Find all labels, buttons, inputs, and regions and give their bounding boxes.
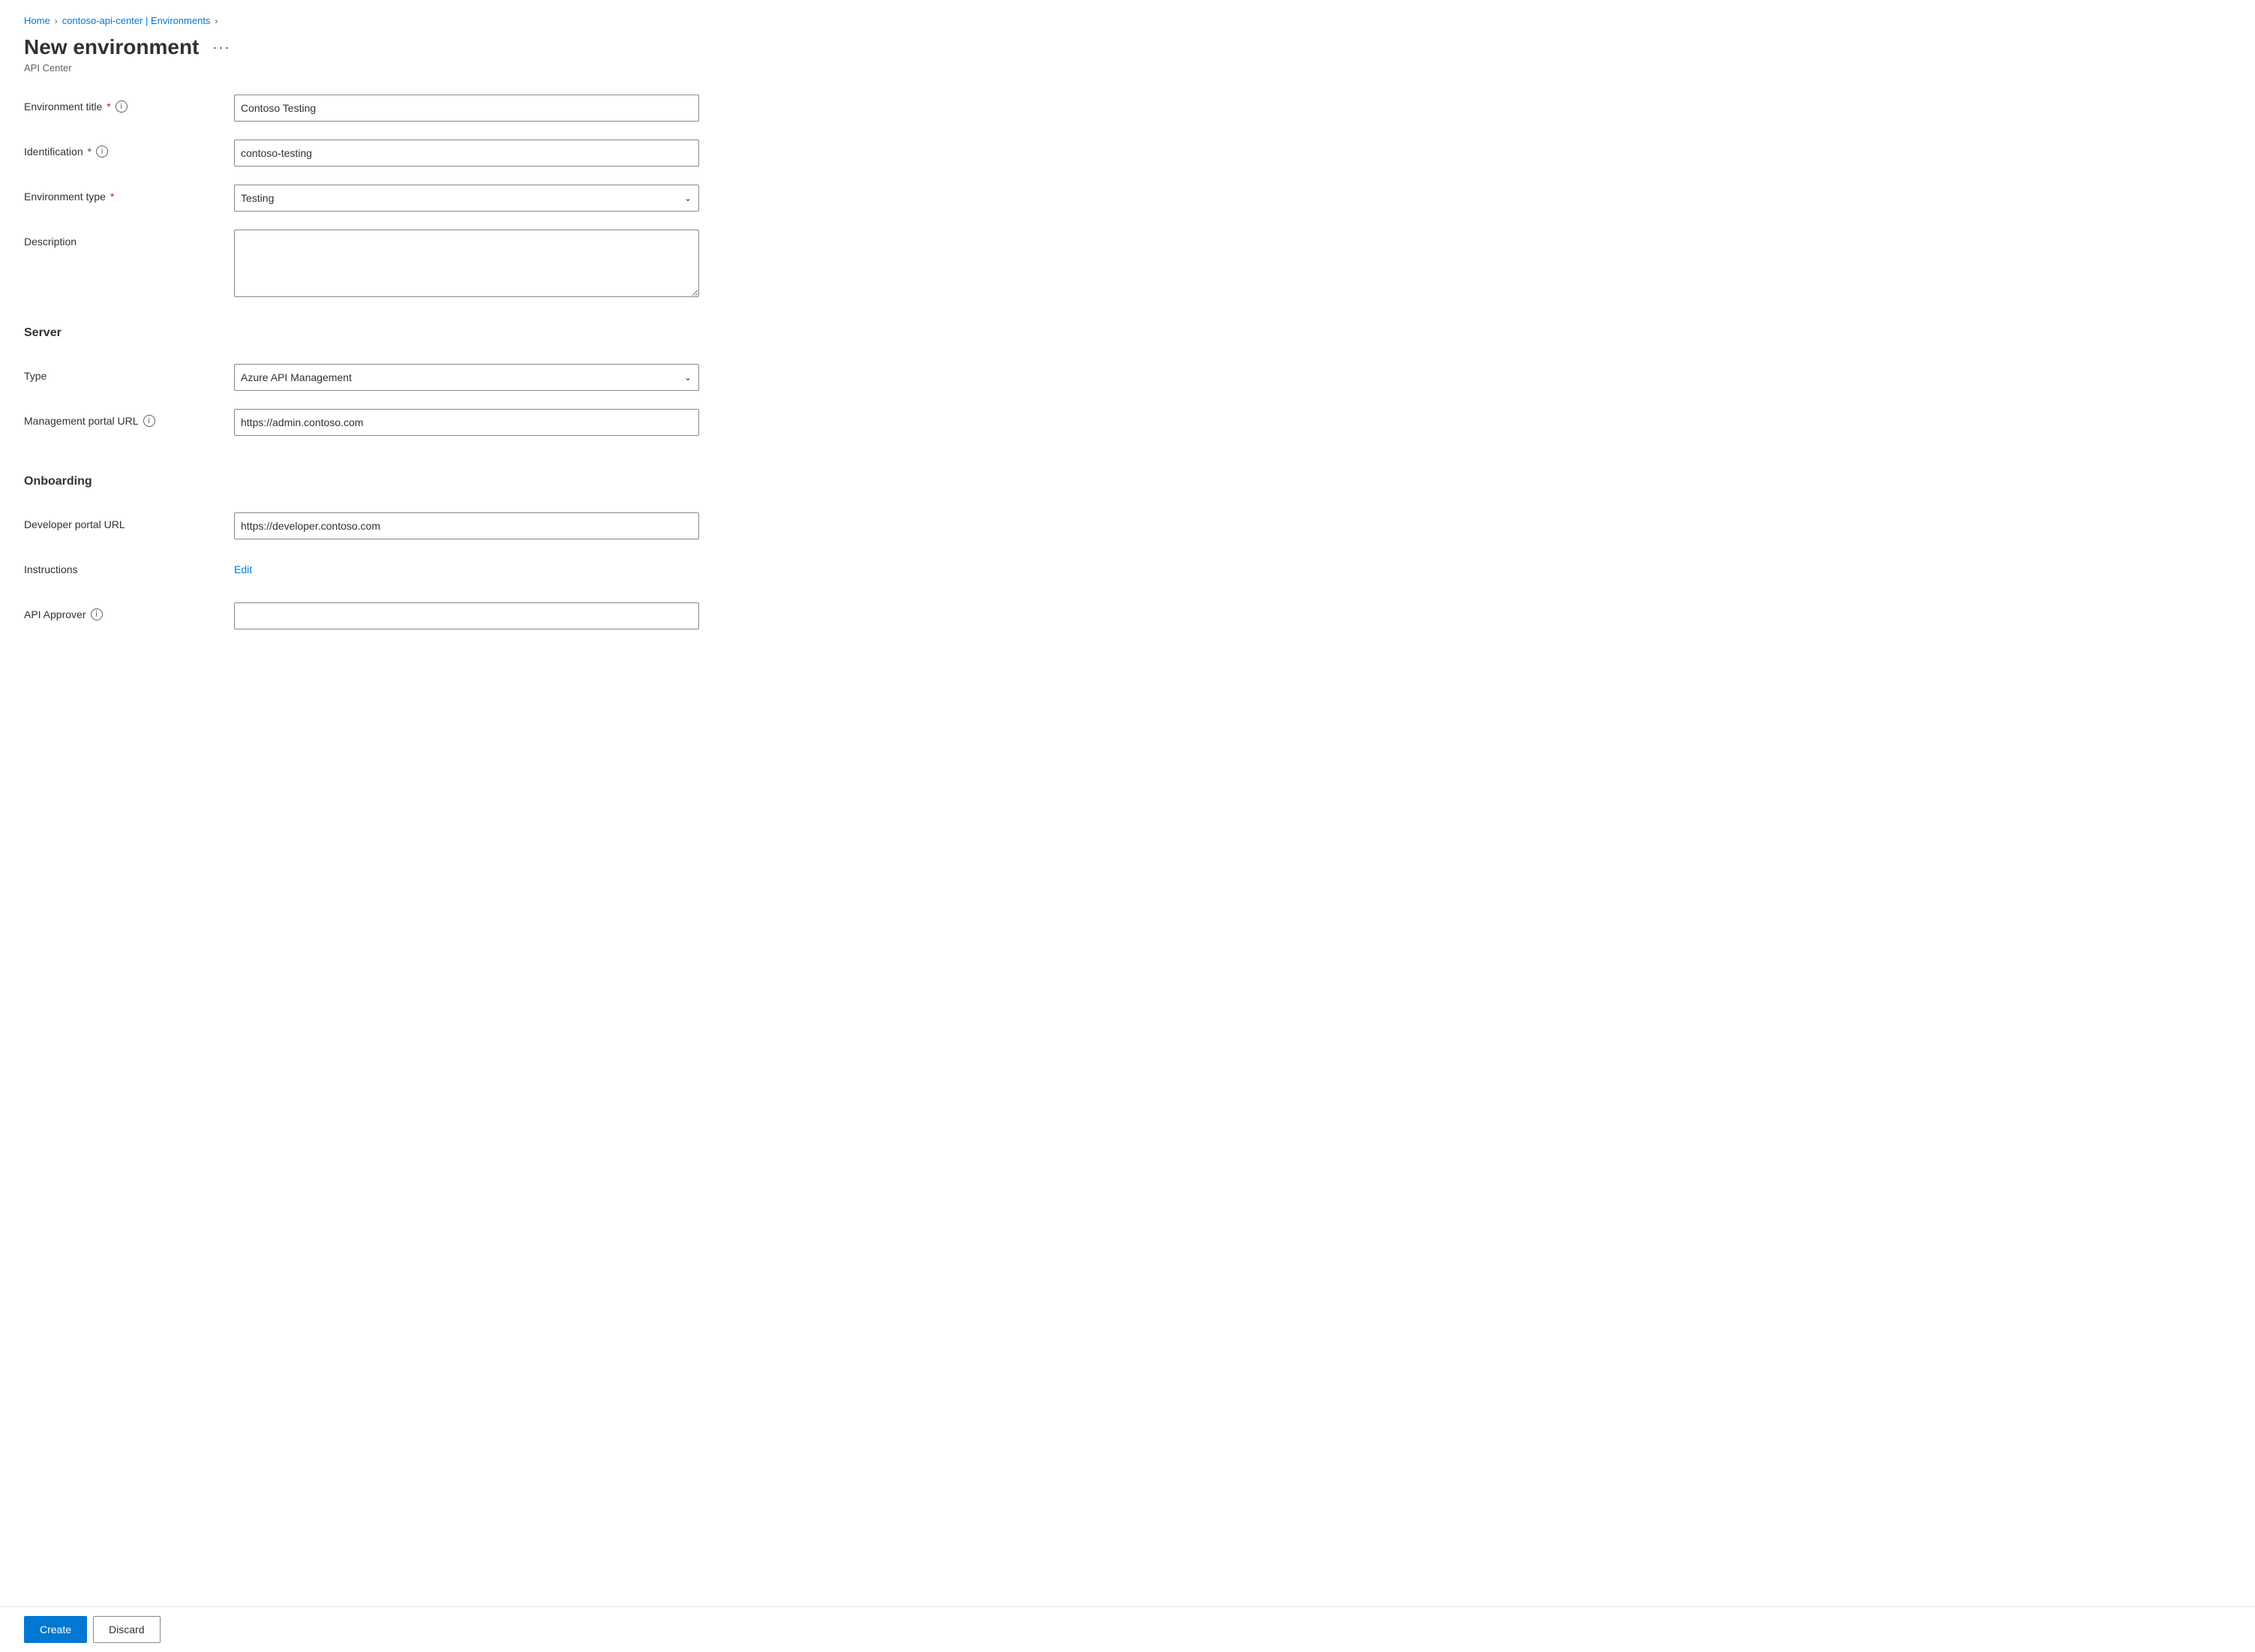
environment-type-row: Environment type * Testing Development S… [24,185,876,215]
api-approver-row: API Approver i [24,602,876,632]
breadcrumb-environments-link[interactable]: contoso-api-center | Environments [62,15,211,26]
environment-title-input[interactable] [234,95,699,122]
management-portal-url-control [234,409,699,436]
management-portal-url-label: Management portal URL i [24,409,234,427]
new-environment-form: Environment title * i Identification * i… [24,95,876,647]
management-portal-url-row: Management portal URL i [24,409,876,439]
description-control [234,230,699,299]
environment-type-select-wrapper: Testing Development Staging Production ⌄ [234,185,699,212]
breadcrumb: Home › contoso-api-center | Environments… [24,15,876,26]
environment-type-label: Environment type * [24,185,234,203]
instructions-edit-link[interactable]: Edit [234,557,252,575]
discard-button[interactable]: Discard [93,1616,160,1643]
server-section-header: Server [24,314,876,352]
environment-type-control: Testing Development Staging Production ⌄ [234,185,699,212]
environment-type-select[interactable]: Testing Development Staging Production [234,185,699,212]
developer-portal-url-control [234,512,699,539]
create-button[interactable]: Create [24,1616,87,1643]
description-label: Description [24,230,234,248]
server-type-label: Type [24,364,234,382]
environment-title-control [234,95,699,122]
instructions-control: Edit [234,557,699,575]
server-type-select-wrapper: Azure API Management Custom None ⌄ [234,364,699,391]
bottom-action-bar: Create Discard [0,1606,2255,1652]
breadcrumb-separator-2: › [215,16,218,26]
identification-input[interactable] [234,140,699,167]
page-header: New environment ··· [24,35,876,59]
management-portal-url-input[interactable] [234,409,699,436]
environment-title-info-icon[interactable]: i [116,101,128,113]
identification-info-icon[interactable]: i [96,146,108,158]
developer-portal-url-label: Developer portal URL [24,512,234,530]
description-row: Description [24,230,876,299]
breadcrumb-home-link[interactable]: Home [24,15,50,26]
page-subtitle: API Center [24,62,876,74]
api-approver-info-icon[interactable]: i [91,608,103,620]
environment-title-row: Environment title * i [24,95,876,125]
instructions-row: Instructions Edit [24,557,876,587]
environment-type-required: * [110,191,114,203]
environment-title-required: * [107,101,110,113]
instructions-label: Instructions [24,557,234,575]
identification-row: Identification * i [24,140,876,170]
management-portal-url-info-icon[interactable]: i [143,415,155,427]
server-type-row: Type Azure API Management Custom None ⌄ [24,364,876,394]
identification-control [234,140,699,167]
developer-portal-url-input[interactable] [234,512,699,539]
server-type-select[interactable]: Azure API Management Custom None [234,364,699,391]
page-title: New environment [24,35,199,59]
breadcrumb-separator-1: › [55,16,58,26]
developer-portal-url-row: Developer portal URL [24,512,876,542]
more-options-button[interactable]: ··· [206,37,236,59]
api-approver-label: API Approver i [24,602,234,620]
environment-title-label: Environment title * i [24,95,234,113]
identification-label: Identification * i [24,140,234,158]
api-approver-input[interactable] [234,602,699,629]
identification-required: * [88,146,92,158]
api-approver-control [234,602,699,629]
onboarding-section-header: Onboarding [24,463,876,500]
description-textarea[interactable] [234,230,699,297]
server-type-control: Azure API Management Custom None ⌄ [234,364,699,391]
